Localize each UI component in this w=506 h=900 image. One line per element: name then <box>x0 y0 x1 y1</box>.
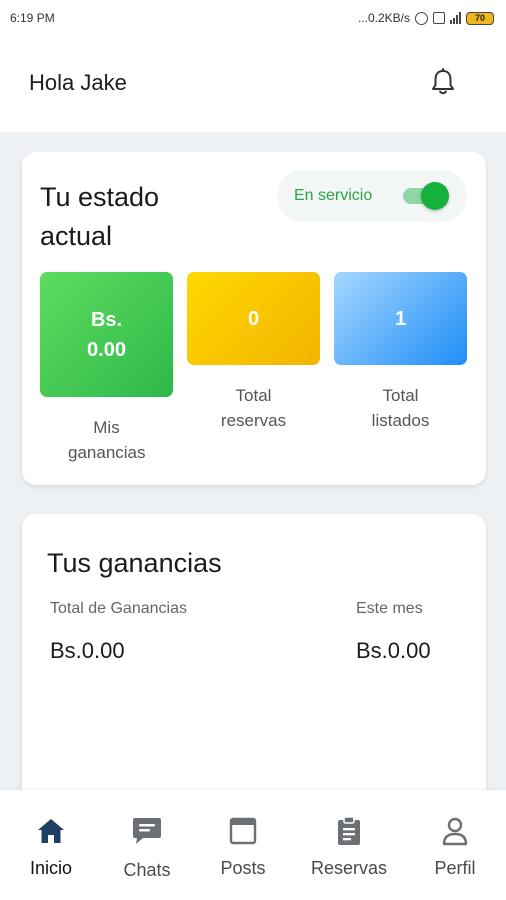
network-speed: ...0.2KB/s <box>357 11 410 25</box>
app-header: Hola Jake <box>0 36 506 132</box>
status-card: Tu estado actual En servicio Bs. 0.00 Mi… <box>22 152 486 485</box>
posts-icon <box>226 814 260 848</box>
battery-icon: 70 <box>466 11 494 25</box>
greeting-text: Hola Jake <box>29 70 127 95</box>
bottom-nav: Inicio Chats Posts Reservas Perfil <box>0 790 506 900</box>
stat-earnings-value: Bs. 0.00 <box>40 272 173 397</box>
nav-label-perfil: Perfil <box>434 858 476 878</box>
status-indicators: ...0.2KB/s 70 <box>358 11 494 25</box>
stat-earnings-label: Mis ganancias <box>68 418 146 462</box>
nav-label-chats: Chats <box>123 860 171 880</box>
earnings-total-value: Bs.0.00 <box>50 638 125 663</box>
earnings-month-label: Este mes <box>356 600 423 617</box>
earnings-title: Tus ganancias <box>47 548 222 578</box>
signal-icon <box>450 12 461 24</box>
earnings-month: Este mes Bs.0.00 <box>356 600 431 664</box>
nav-item-perfil[interactable]: Perfil <box>405 790 505 900</box>
clipboard-icon <box>332 814 366 848</box>
bell-icon[interactable] <box>428 66 458 98</box>
nav-label-reservas: Reservas <box>310 858 388 878</box>
status-title: Tu estado actual <box>40 182 160 251</box>
hd-icon <box>433 12 445 24</box>
service-toggle[interactable]: En servicio <box>277 170 467 222</box>
stat-reservations-value: 0 <box>187 272 320 365</box>
stat-listings[interactable]: 1 Total listados <box>334 272 467 433</box>
earnings-total: Total de Ganancias Bs.0.00 <box>50 600 187 664</box>
stat-reservations[interactable]: 0 Total reservas <box>187 272 320 433</box>
nav-item-chats[interactable]: Chats <box>97 790 197 900</box>
service-switch[interactable] <box>403 182 449 210</box>
nav-item-reservas[interactable]: Reservas <box>299 790 399 900</box>
earnings-card: Tus ganancias Total de Ganancias Bs.0.00… <box>22 514 486 814</box>
profile-icon <box>438 814 472 848</box>
stat-listings-label: Total listados <box>371 386 430 430</box>
chat-icon <box>130 814 164 848</box>
switch-knob <box>421 182 449 210</box>
earnings-total-label: Total de Ganancias <box>50 600 187 617</box>
alarm-icon <box>415 11 428 25</box>
status-time: 6:19 PM <box>10 11 55 25</box>
nav-item-posts[interactable]: Posts <box>193 790 293 900</box>
stat-listings-value: 1 <box>334 272 467 365</box>
stat-reservations-label: Total reservas <box>220 386 287 430</box>
stat-earnings[interactable]: Bs. 0.00 Mis ganancias <box>40 272 173 465</box>
nav-label-posts: Posts <box>220 858 266 878</box>
earnings-month-value: Bs.0.00 <box>356 638 431 663</box>
nav-item-inicio[interactable]: Inicio <box>1 790 101 900</box>
status-bar: 6:19 PM ...0.2KB/s 70 <box>0 0 506 36</box>
nav-label-inicio: Inicio <box>29 858 73 878</box>
service-toggle-label: En servicio <box>294 187 373 204</box>
home-icon <box>34 814 68 848</box>
